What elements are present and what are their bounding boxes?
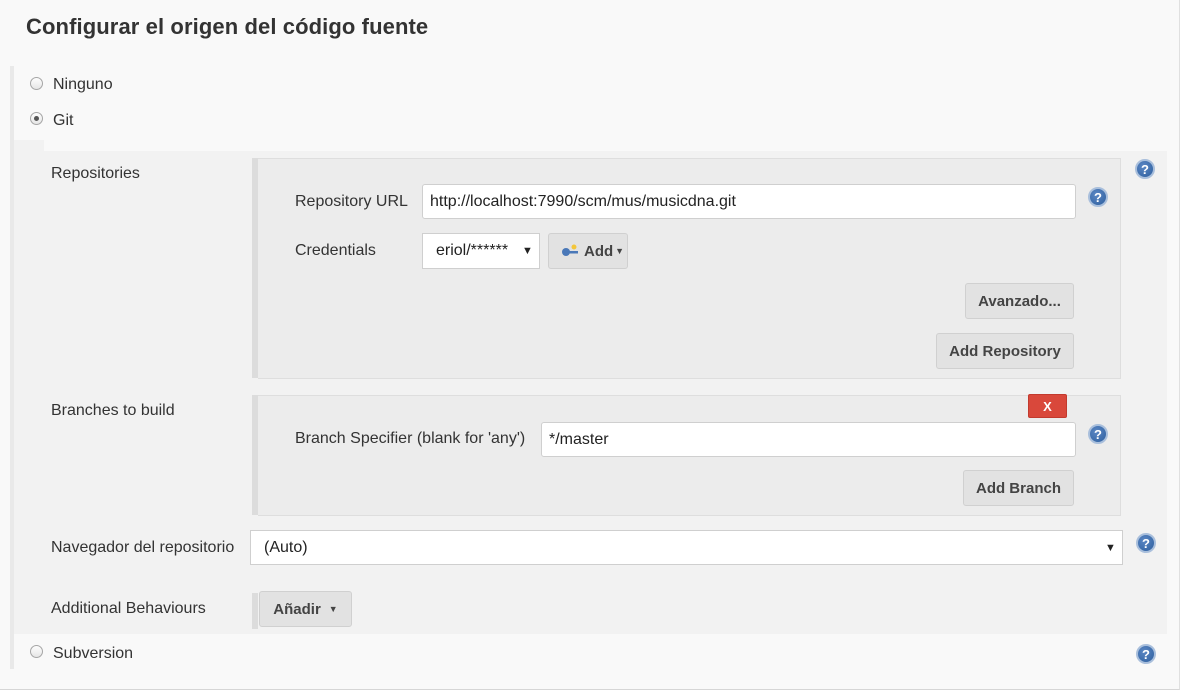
repository-url-input[interactable]: http://localhost:7990/scm/mus/musicdna.g…: [422, 184, 1076, 219]
caret-down-icon: ▼: [1105, 542, 1116, 554]
branch-specifier-input[interactable]: */master: [541, 422, 1076, 457]
caret-down-icon: ▼: [615, 246, 625, 256]
branch-specifier-label: Branch Specifier (blank for 'any'): [295, 430, 526, 447]
repository-url-label: Repository URL: [295, 193, 408, 210]
scm-config-panel: Configurar el origen del código fuente N…: [0, 0, 1180, 690]
add-repository-button[interactable]: Add Repository: [936, 333, 1074, 369]
advanced-button[interactable]: Avanzado...: [965, 283, 1074, 319]
add-behaviour-button[interactable]: Añadir ▼: [259, 591, 352, 627]
radio-git-label[interactable]: Git: [53, 112, 73, 130]
key-icon: [562, 244, 578, 256]
credentials-label: Credentials: [295, 242, 376, 259]
additional-behaviours-label: Additional Behaviours: [51, 600, 206, 617]
help-icon[interactable]: ?: [1135, 159, 1155, 179]
add-credentials-button[interactable]: Add ▼: [548, 233, 628, 269]
section-title: Configurar el origen del código fuente: [26, 14, 429, 39]
caret-down-icon: ▼: [522, 245, 533, 257]
radio-none-label[interactable]: Ninguno: [53, 76, 113, 94]
help-icon[interactable]: ?: [1136, 533, 1156, 553]
repository-browser-value: (Auto): [264, 538, 308, 556]
repositories-label: Repositories: [51, 165, 140, 182]
radio-git[interactable]: [30, 112, 43, 125]
credentials-value: eriol/******: [436, 242, 509, 259]
repository-browser-select[interactable]: (Auto): [250, 530, 1123, 565]
delete-branch-button[interactable]: X: [1028, 394, 1067, 418]
help-icon[interactable]: ?: [1136, 644, 1156, 664]
repository-browser-label: Navegador del repositorio: [51, 539, 235, 556]
add-credentials-label: Add: [584, 242, 614, 260]
caret-down-icon: ▼: [328, 604, 338, 614]
radio-subversion-label[interactable]: Subversion: [53, 645, 133, 663]
help-icon[interactable]: ?: [1088, 424, 1108, 444]
branches-label: Branches to build: [51, 402, 175, 419]
radio-subversion[interactable]: [30, 645, 43, 658]
add-behaviour-label: Añadir: [273, 600, 321, 618]
behaviours-bar: [252, 593, 258, 629]
add-branch-button[interactable]: Add Branch: [963, 470, 1074, 506]
radio-none[interactable]: [30, 77, 43, 90]
help-icon[interactable]: ?: [1088, 187, 1108, 207]
